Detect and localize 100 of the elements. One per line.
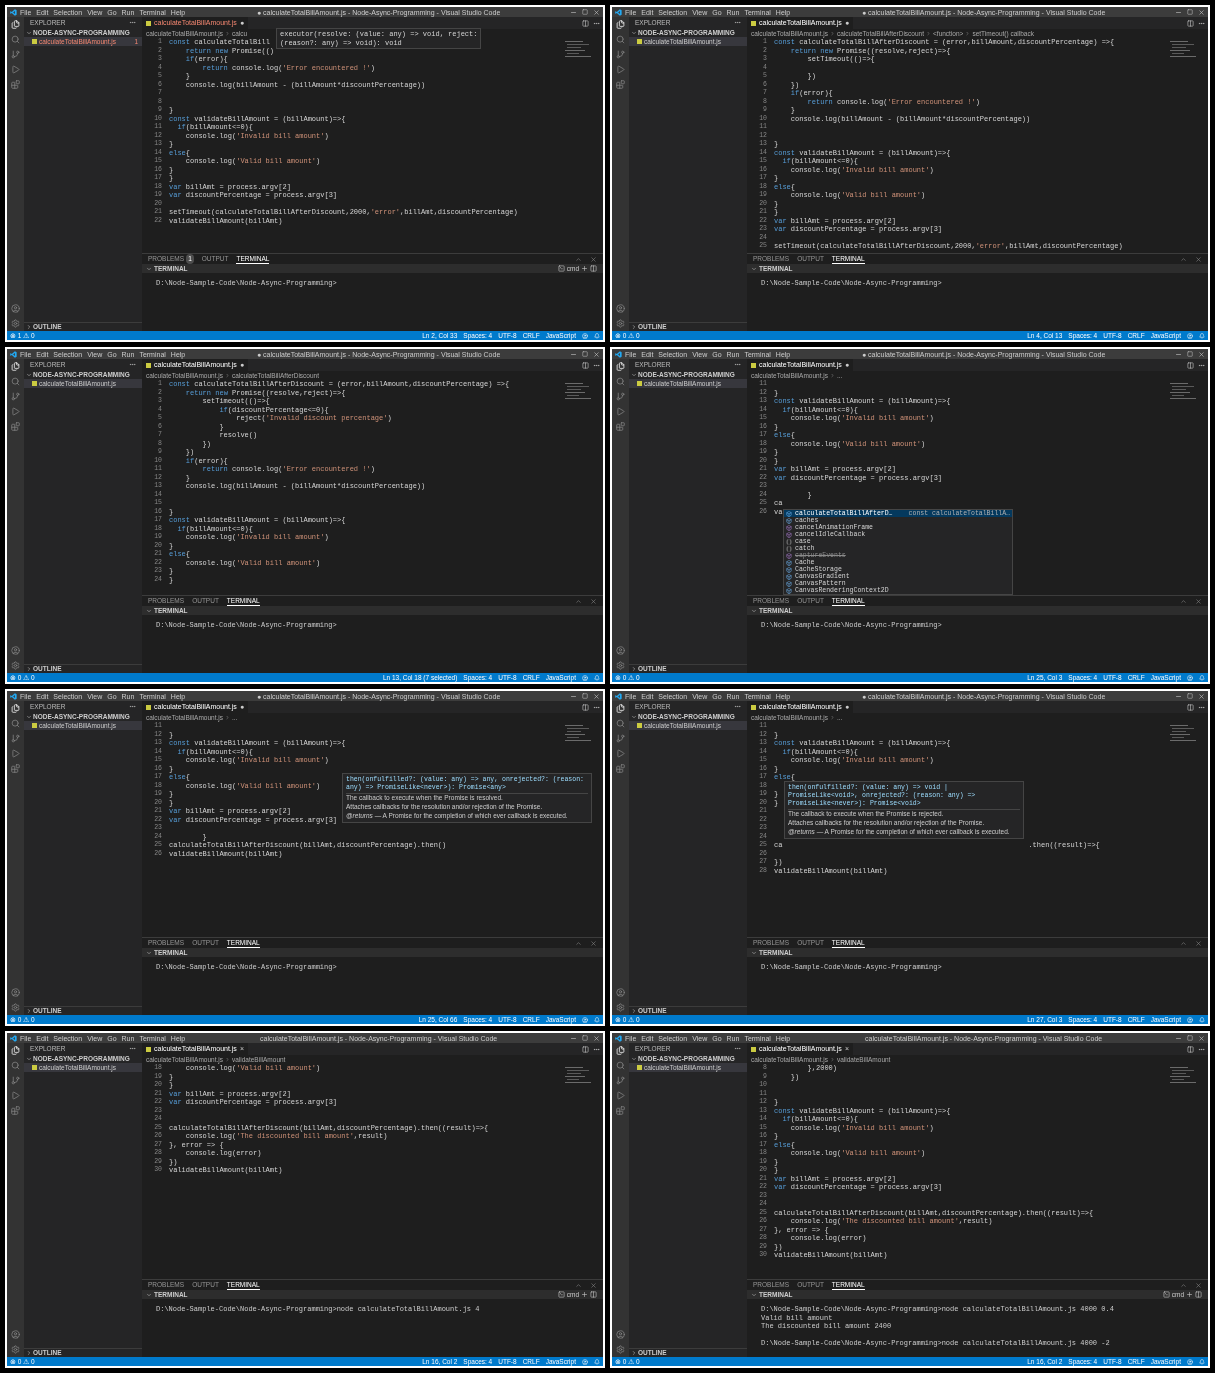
run-icon[interactable] — [11, 749, 20, 758]
add-terminal-icon[interactable] — [1186, 1291, 1193, 1298]
branch-icon[interactable] — [616, 1076, 625, 1085]
extensions-icon[interactable] — [616, 80, 625, 89]
maximize-icon[interactable] — [1187, 1035, 1193, 1041]
maximize-panel-icon[interactable] — [575, 939, 582, 947]
close-icon[interactable] — [1198, 692, 1205, 700]
maximize-icon[interactable] — [582, 351, 588, 357]
close-icon[interactable] — [1198, 8, 1205, 16]
close-panel-icon[interactable] — [1195, 255, 1202, 263]
files-icon[interactable] — [11, 362, 20, 371]
maximize-icon[interactable] — [582, 9, 588, 15]
search-icon[interactable] — [616, 719, 625, 728]
add-terminal-icon[interactable] — [581, 265, 588, 272]
account-icon[interactable] — [11, 304, 20, 313]
extensions-icon[interactable] — [11, 422, 20, 431]
settings-icon[interactable] — [11, 1003, 20, 1012]
extensions-icon[interactable] — [616, 1106, 625, 1115]
branch-icon[interactable] — [11, 392, 20, 401]
run-icon[interactable] — [11, 407, 20, 416]
split-editor-icon[interactable] — [582, 703, 589, 711]
branch-icon[interactable] — [616, 50, 625, 59]
files-icon[interactable] — [11, 20, 20, 29]
search-icon[interactable] — [11, 377, 20, 386]
split-editor-icon[interactable] — [1187, 1045, 1194, 1053]
run-icon[interactable] — [616, 749, 625, 758]
run-icon[interactable] — [11, 65, 20, 74]
branch-icon[interactable] — [11, 1076, 20, 1085]
bell-icon[interactable] — [1199, 1016, 1205, 1023]
maximize-panel-icon[interactable] — [575, 255, 582, 263]
maximize-panel-icon[interactable] — [1180, 939, 1187, 947]
account-icon[interactable] — [616, 988, 625, 997]
files-icon[interactable] — [616, 704, 625, 713]
files-icon[interactable] — [616, 20, 625, 29]
split-terminal-icon[interactable] — [1195, 1291, 1202, 1298]
split-editor-icon[interactable] — [582, 19, 589, 27]
settings-icon[interactable] — [616, 319, 625, 328]
files-icon[interactable] — [616, 1046, 625, 1055]
branch-icon[interactable] — [616, 734, 625, 743]
account-icon[interactable] — [616, 304, 625, 313]
search-icon[interactable] — [11, 1061, 20, 1070]
maximize-panel-icon[interactable] — [575, 597, 582, 605]
close-icon[interactable] — [593, 692, 600, 700]
maximize-icon[interactable] — [582, 1035, 588, 1041]
search-icon[interactable] — [11, 35, 20, 44]
close-panel-icon[interactable] — [1195, 1281, 1202, 1289]
bell-icon[interactable] — [1199, 1358, 1205, 1365]
close-icon[interactable] — [593, 350, 600, 358]
branch-icon[interactable] — [11, 50, 20, 59]
account-icon[interactable] — [11, 646, 20, 655]
split-editor-icon[interactable] — [582, 361, 589, 369]
extensions-icon[interactable] — [11, 1106, 20, 1115]
split-editor-icon[interactable] — [582, 1045, 589, 1053]
close-icon[interactable] — [1198, 1034, 1205, 1042]
maximize-icon[interactable] — [1187, 693, 1193, 699]
account-icon[interactable] — [616, 1330, 625, 1339]
branch-icon[interactable] — [11, 734, 20, 743]
extensions-icon[interactable] — [616, 764, 625, 773]
maximize-panel-icon[interactable] — [575, 1281, 582, 1289]
files-icon[interactable] — [11, 704, 20, 713]
bell-icon[interactable] — [594, 1016, 600, 1023]
settings-icon[interactable] — [616, 1003, 625, 1012]
account-icon[interactable] — [616, 646, 625, 655]
settings-icon[interactable] — [11, 319, 20, 328]
close-panel-icon[interactable] — [1195, 597, 1202, 605]
extensions-icon[interactable] — [616, 422, 625, 431]
bell-icon[interactable] — [1199, 674, 1205, 681]
split-terminal-icon[interactable] — [590, 265, 597, 272]
split-terminal-icon[interactable] — [590, 1291, 597, 1298]
files-icon[interactable] — [11, 1046, 20, 1055]
close-panel-icon[interactable] — [590, 597, 597, 605]
add-terminal-icon[interactable] — [581, 1291, 588, 1298]
close-panel-icon[interactable] — [590, 939, 597, 947]
search-icon[interactable] — [616, 35, 625, 44]
maximize-panel-icon[interactable] — [1180, 255, 1187, 263]
search-icon[interactable] — [11, 719, 20, 728]
run-icon[interactable] — [616, 65, 625, 74]
split-editor-icon[interactable] — [1187, 361, 1194, 369]
maximize-panel-icon[interactable] — [1180, 1281, 1187, 1289]
maximize-panel-icon[interactable] — [1180, 597, 1187, 605]
settings-icon[interactable] — [616, 661, 625, 670]
settings-icon[interactable] — [11, 1345, 20, 1354]
bell-icon[interactable] — [594, 674, 600, 681]
account-icon[interactable] — [11, 1330, 20, 1339]
close-icon[interactable] — [593, 1034, 600, 1042]
bell-icon[interactable] — [594, 1358, 600, 1365]
split-editor-icon[interactable] — [1187, 19, 1194, 27]
maximize-icon[interactable] — [582, 693, 588, 699]
close-icon[interactable] — [1198, 350, 1205, 358]
maximize-icon[interactable] — [1187, 9, 1193, 15]
branch-icon[interactable] — [616, 392, 625, 401]
account-icon[interactable] — [11, 988, 20, 997]
close-panel-icon[interactable] — [590, 1281, 597, 1289]
close-panel-icon[interactable] — [590, 255, 597, 263]
maximize-icon[interactable] — [1187, 351, 1193, 357]
files-icon[interactable] — [616, 362, 625, 371]
extensions-icon[interactable] — [11, 764, 20, 773]
settings-icon[interactable] — [616, 1345, 625, 1354]
close-icon[interactable] — [593, 8, 600, 16]
extensions-icon[interactable] — [11, 80, 20, 89]
